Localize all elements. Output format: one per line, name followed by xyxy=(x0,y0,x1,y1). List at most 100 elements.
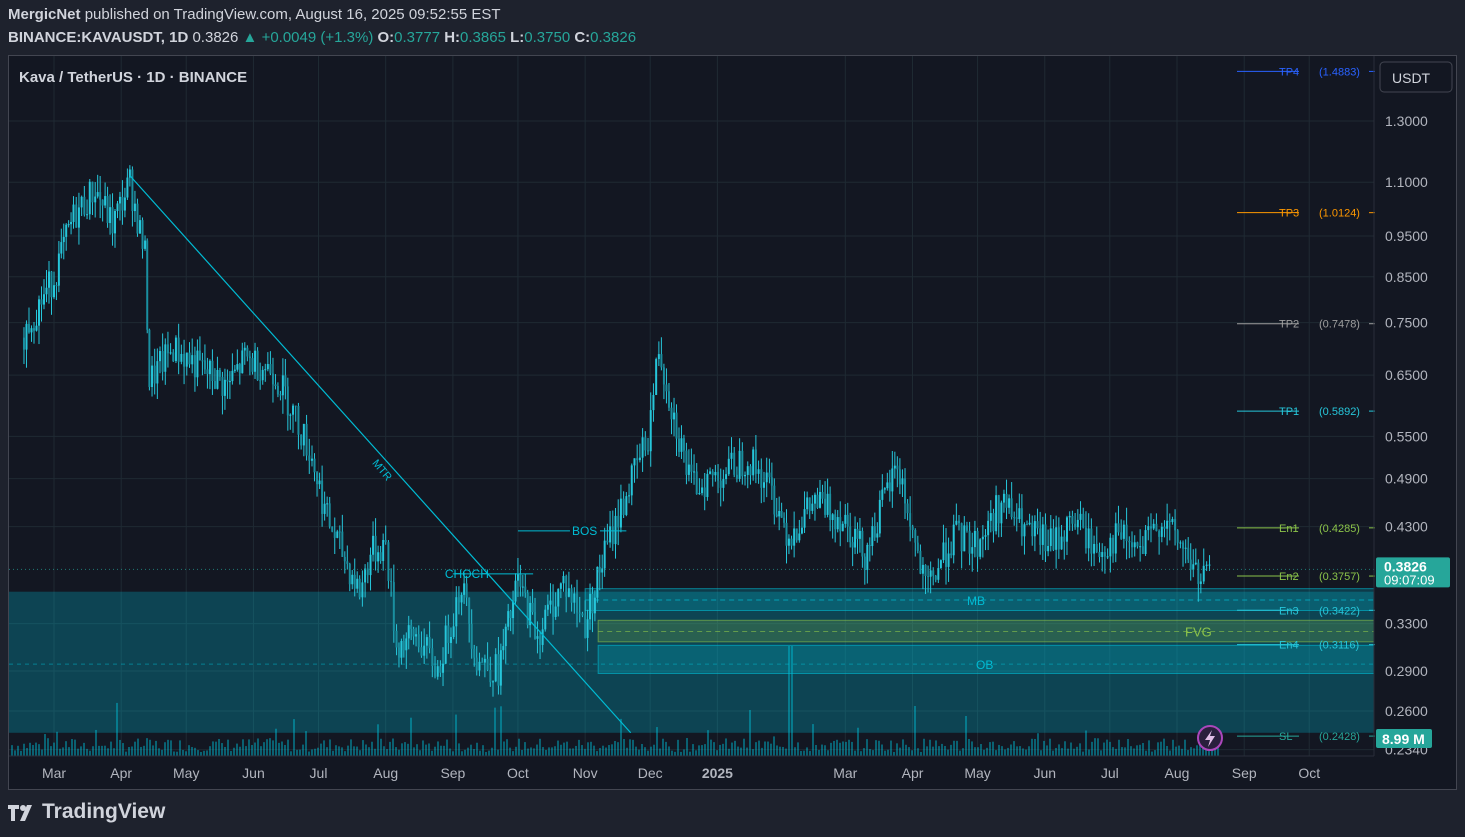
volume-bar xyxy=(491,747,493,756)
candle-body xyxy=(1068,515,1071,518)
volume-bar xyxy=(1139,744,1141,756)
candle-body xyxy=(968,530,971,554)
volume-bar xyxy=(341,747,343,756)
volume-bar xyxy=(479,750,481,756)
volume-bar xyxy=(623,738,625,756)
candle-body xyxy=(1158,531,1161,537)
volume-bar xyxy=(476,742,478,756)
candle-body xyxy=(281,375,284,396)
volume-bar xyxy=(752,749,754,756)
chart-frame[interactable]: MTR CHOCH BOS MB FVG OB TP4 (1.4883) TP3 (1.0124)… xyxy=(8,55,1457,790)
volume-bar xyxy=(149,739,151,756)
candle-body xyxy=(861,530,864,557)
volume-bar xyxy=(320,743,322,756)
volume-bar xyxy=(275,728,277,756)
author-name[interactable]: MergicNet xyxy=(8,6,81,23)
volume-bar xyxy=(1148,740,1150,756)
candle-body xyxy=(193,355,196,378)
x-tick-label: Aug xyxy=(373,765,398,781)
candle-body xyxy=(891,468,894,492)
candle-body xyxy=(785,522,788,546)
volume-bar xyxy=(134,741,136,756)
candle-body xyxy=(156,361,159,384)
volume-bar xyxy=(986,747,988,756)
candle-body xyxy=(979,539,982,557)
candle-body xyxy=(630,465,633,496)
x-tick-label: Dec xyxy=(638,765,663,781)
candle-body xyxy=(693,471,696,473)
y-tick-label: 0.7500 xyxy=(1385,315,1428,331)
candle-body xyxy=(829,493,832,521)
level-value-en2: (0.3757) xyxy=(1319,571,1360,583)
candle-body xyxy=(25,323,28,350)
candle-body xyxy=(1166,520,1169,529)
volume-bar xyxy=(392,738,394,756)
price-chart[interactable]: MTRCHOCHBOSMBFVGOBTP4 (1.4883)TP3 (1.0124)… xyxy=(9,56,1456,789)
y-tick-label: 0.9500 xyxy=(1385,228,1428,244)
candle-body xyxy=(118,196,121,204)
volume-bar xyxy=(287,739,289,756)
volume-bar xyxy=(143,745,145,756)
volume-bar xyxy=(314,748,316,756)
candle-body xyxy=(323,503,326,514)
volume-bar xyxy=(434,746,436,756)
volume-bar xyxy=(1157,742,1159,756)
volume-bar xyxy=(362,740,364,756)
candle-body xyxy=(470,623,473,649)
volume-bar xyxy=(500,706,502,756)
volume-bar xyxy=(371,741,373,756)
volume-bar xyxy=(284,744,286,756)
candle-body xyxy=(35,325,38,331)
candle-body xyxy=(203,360,206,370)
volume-bar xyxy=(368,747,370,756)
volume-bar xyxy=(521,749,523,756)
volume-bar xyxy=(383,746,385,756)
y-tick-label: 0.5500 xyxy=(1385,428,1428,444)
candle-body xyxy=(116,203,119,212)
candle-body xyxy=(316,472,319,485)
candle-body xyxy=(760,469,763,488)
volume-bar xyxy=(635,746,637,756)
y-tick-label: 1.1000 xyxy=(1385,174,1428,190)
volume-bar xyxy=(995,750,997,756)
candle-body xyxy=(1015,517,1018,520)
candle-body xyxy=(449,636,452,643)
currency-button-label[interactable]: USDT xyxy=(1392,70,1431,86)
volume-bar xyxy=(893,751,895,756)
volume-bar xyxy=(1019,746,1021,756)
candle-body xyxy=(111,207,114,234)
volume-bar xyxy=(1175,746,1177,756)
volume-bar xyxy=(152,745,154,756)
volume-bar xyxy=(854,750,856,756)
candle-body xyxy=(326,503,329,505)
candle-body xyxy=(1202,565,1205,582)
candle-body xyxy=(504,626,507,647)
volume-bar xyxy=(326,747,328,756)
volume-bar xyxy=(749,709,751,756)
volume-bar xyxy=(857,727,859,756)
candle-body xyxy=(1147,526,1150,531)
candle-body xyxy=(987,520,990,536)
candle-body xyxy=(578,612,581,614)
volume-bar xyxy=(698,745,700,756)
candle-body xyxy=(1047,545,1050,552)
volume-bar xyxy=(1190,747,1192,756)
volume-bar xyxy=(1097,738,1099,756)
candle-body xyxy=(75,204,78,228)
volume-bar xyxy=(308,751,310,756)
candle-body xyxy=(436,666,439,677)
candle-body xyxy=(1120,532,1123,539)
candle-body xyxy=(997,495,1000,524)
volume-bar xyxy=(734,740,736,756)
candle-body xyxy=(971,547,974,554)
candle-body xyxy=(379,552,382,561)
volume-bar xyxy=(1118,739,1120,756)
volume-bar xyxy=(1151,751,1153,756)
volume-bar xyxy=(164,742,166,756)
candle-body xyxy=(952,524,955,556)
volume-bar xyxy=(983,749,985,756)
volume-bar xyxy=(443,745,445,756)
volume-bar xyxy=(1010,744,1012,756)
candle-body xyxy=(586,619,589,638)
volume-bar xyxy=(1154,750,1156,756)
